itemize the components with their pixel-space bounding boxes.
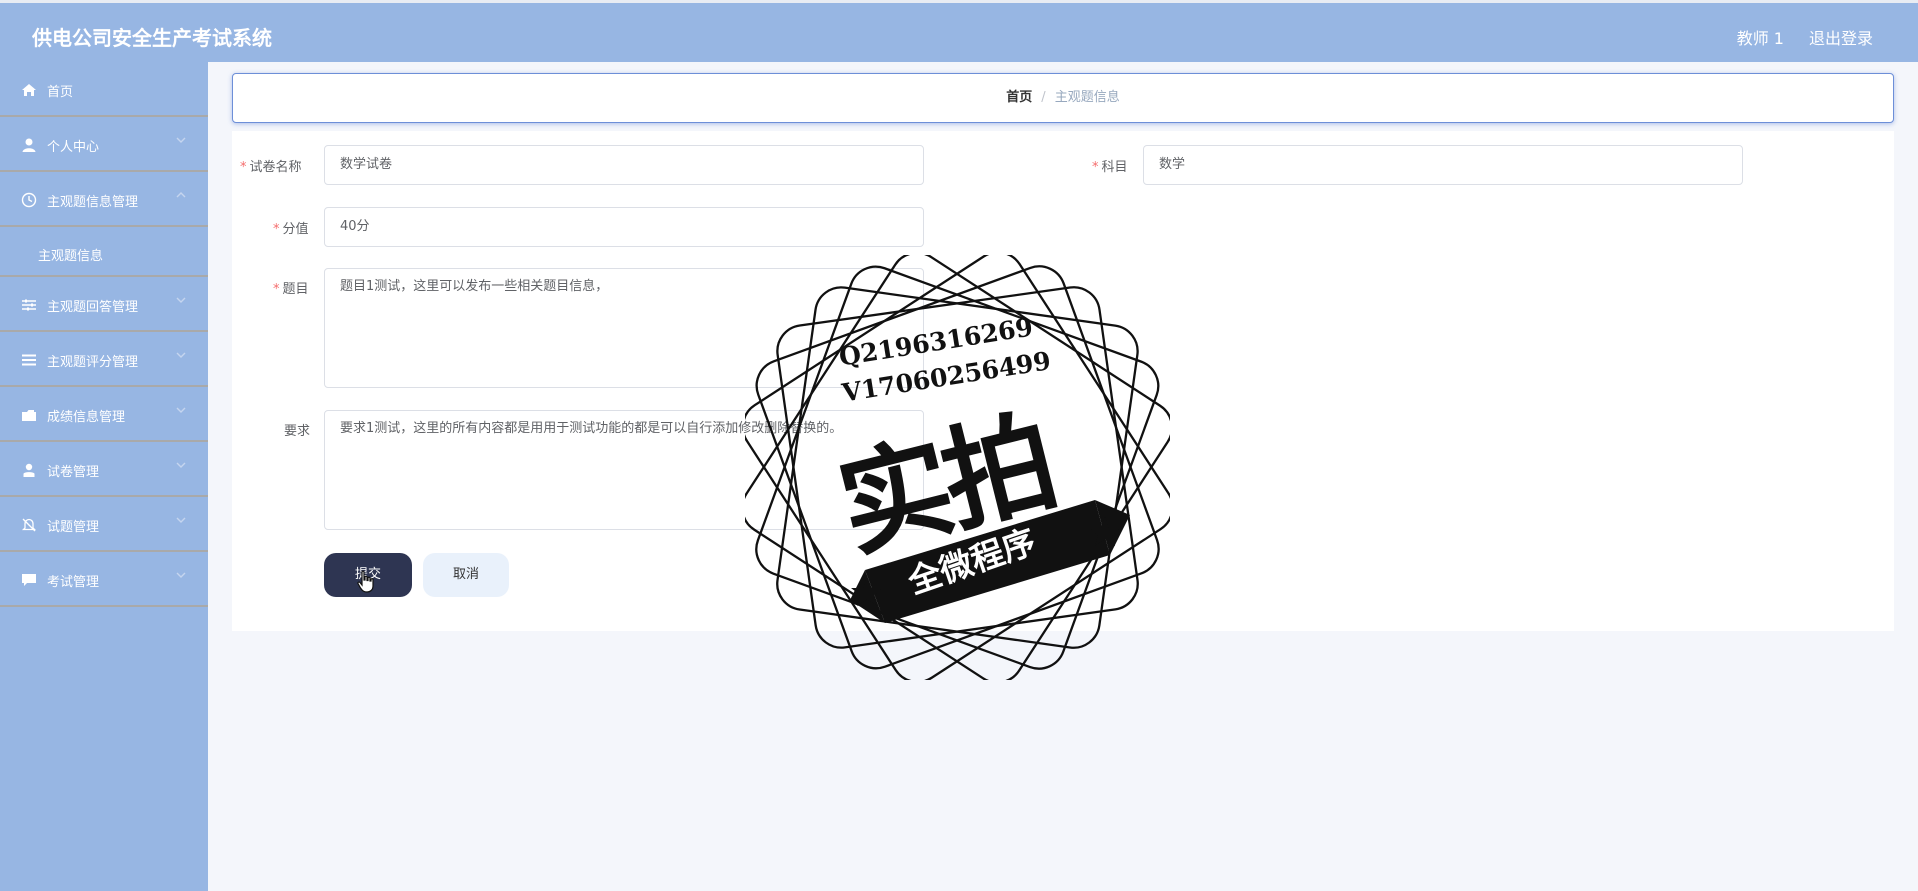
breadcrumb: 首页 / 主观题信息 (232, 73, 1894, 123)
sidebar-item-personal-center[interactable]: 个人中心 (0, 117, 208, 172)
paper-name-label: * 试卷名称 (240, 160, 302, 175)
top-header: 供电公司安全生产考试系统 教师 1 退出登录 (0, 0, 1918, 62)
breadcrumb-home[interactable]: 首页 (1006, 90, 1032, 105)
score-label: * 分值 (273, 222, 309, 237)
sidebar-subitem-subjective-question-info[interactable]: 主观题信息 (0, 227, 208, 277)
subject-label: * 科目 (1092, 160, 1128, 175)
chevron-down-icon (176, 515, 186, 525)
folder-icon (21, 407, 37, 423)
chat-icon (21, 572, 37, 588)
app-title: 供电公司安全生产考试系统 (32, 26, 272, 50)
sliders-icon (21, 297, 37, 313)
sidebar-item-label: 主观题回答管理 (47, 300, 139, 315)
sidebar-item-label: 成绩信息管理 (47, 410, 126, 425)
sidebar-item-answer-mgmt[interactable]: 主观题回答管理 (0, 277, 208, 332)
paper-name-input[interactable]: 数学试卷 (324, 145, 924, 185)
sidebar-item-home[interactable]: 首页 (0, 62, 208, 117)
sidebar-item-label: 主观题评分管理 (47, 355, 139, 370)
sidebar: 首页 个人中心 主观题信息管理 主观题信息 主观题回答管理 主观题评分管理 成绩… (0, 62, 208, 891)
chevron-down-icon (176, 350, 186, 360)
breadcrumb-current: 主观题信息 (1054, 90, 1120, 105)
sidebar-item-label: 首页 (47, 85, 74, 100)
sidebar-item-grades-mgmt[interactable]: 成绩信息管理 (0, 387, 208, 442)
sidebar-item-label: 个人中心 (47, 140, 100, 155)
sidebar-item-label: 考试管理 (47, 575, 100, 590)
list-icon (21, 352, 37, 368)
sidebar-item-subjective-question-mgmt[interactable]: 主观题信息管理 (0, 172, 208, 227)
chevron-down-icon (176, 135, 186, 145)
clock-icon (21, 192, 37, 208)
sidebar-item-scoring-mgmt[interactable]: 主观题评分管理 (0, 332, 208, 387)
sidebar-item-paper-mgmt[interactable]: 试卷管理 (0, 442, 208, 497)
watermark-stamp: Q2196316269 V17060256499 实拍 全微程序 (745, 255, 1170, 680)
question-label: * 题目 (273, 282, 309, 297)
sidebar-subitem-label: 主观题信息 (38, 249, 104, 264)
current-user[interactable]: 教师 1 (1737, 25, 1784, 49)
sidebar-item-label: 试卷管理 (47, 465, 100, 480)
subject-input[interactable]: 数学 (1143, 145, 1743, 185)
logout-link[interactable]: 退出登录 (1809, 25, 1873, 49)
person-icon (21, 462, 37, 478)
sidebar-item-question-mgmt[interactable]: 试题管理 (0, 497, 208, 552)
user-icon (21, 137, 37, 153)
home-icon (21, 82, 37, 98)
chevron-up-icon (176, 190, 186, 200)
sidebar-item-exam-mgmt[interactable]: 考试管理 (0, 552, 208, 607)
breadcrumb-separator: / (1041, 90, 1046, 105)
chevron-down-icon (176, 295, 186, 305)
sidebar-item-label: 试题管理 (47, 520, 100, 535)
requirement-label: 要求 (284, 424, 311, 439)
chevron-down-icon (176, 570, 186, 580)
chevron-down-icon (176, 405, 186, 415)
cancel-button[interactable]: 取消 (423, 553, 509, 597)
sidebar-item-label: 主观题信息管理 (47, 195, 139, 210)
bell-off-icon (21, 517, 37, 533)
chevron-down-icon (176, 460, 186, 470)
hand-cursor-icon (357, 570, 374, 593)
score-input[interactable]: 40分 (324, 207, 924, 247)
